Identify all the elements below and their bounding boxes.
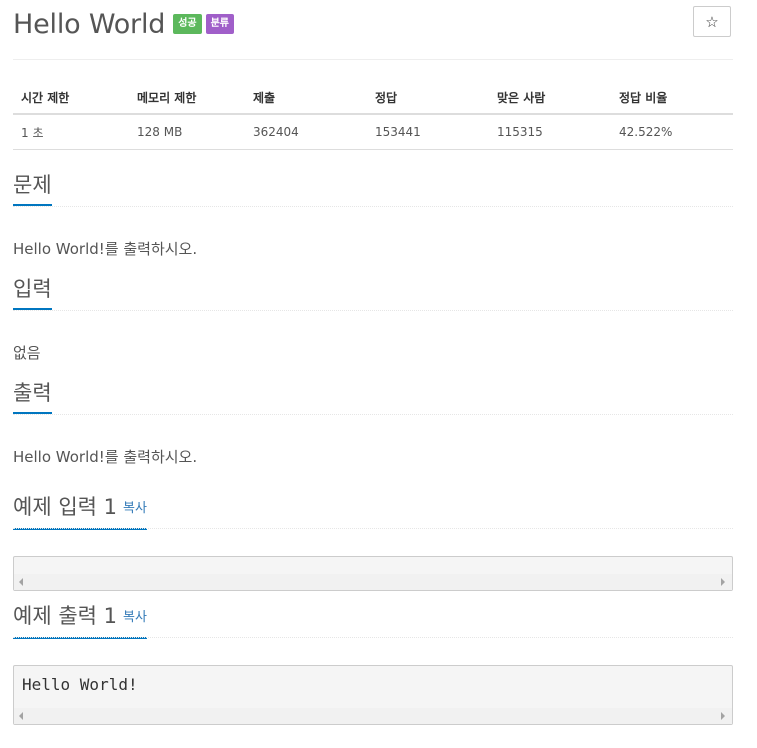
accepted-value: 153441 xyxy=(367,114,489,150)
heading-divider xyxy=(13,528,733,529)
description-heading: 문제 xyxy=(13,172,733,208)
sample-input-title: 예제 입력 1 복사 xyxy=(13,494,147,530)
header-accept-ratio: 정답 비율 xyxy=(611,81,733,115)
sample-output-box[interactable]: Hello World! xyxy=(13,665,733,725)
problem-info-table: 시간 제한 메모리 제한 제출 정답 맞은 사람 정답 비율 1 초 128 M… xyxy=(13,81,733,150)
title-divider xyxy=(13,59,733,60)
category-badge[interactable]: 분류 xyxy=(205,14,235,34)
output-title: 출력 xyxy=(13,380,52,414)
sample-input-title-text: 예제 입력 1 xyxy=(13,495,117,519)
sample-input-box[interactable] xyxy=(13,556,733,591)
header-accepted: 정답 xyxy=(367,81,489,115)
output-text: Hello World!를 출력하시오. xyxy=(13,448,198,466)
input-heading: 입력 xyxy=(13,276,733,312)
favorite-button[interactable]: ☆ xyxy=(693,6,731,37)
submissions-value: 362404 xyxy=(245,114,367,150)
copy-sample-input-link[interactable]: 복사 xyxy=(123,501,147,516)
description-section: 문제 xyxy=(13,172,733,208)
table-row: 1 초 128 MB 362404 153441 115315 42.522% xyxy=(13,114,733,150)
input-text: 없음 xyxy=(13,344,41,362)
problem-page: Hello World 성공 분류 ☆ 시간 제한 메모리 제한 제출 정답 맞… xyxy=(0,0,757,748)
scroll-right-icon[interactable] xyxy=(721,712,725,720)
sample-output-section: 예제 출력 1 복사 xyxy=(13,603,733,639)
accept-ratio-value: 42.522% xyxy=(611,114,733,150)
problem-title: Hello World xyxy=(13,8,166,40)
input-title: 입력 xyxy=(13,276,52,310)
input-section: 입력 xyxy=(13,276,733,312)
copy-sample-output-link[interactable]: 복사 xyxy=(123,610,147,625)
success-badge[interactable]: 성공 xyxy=(173,14,202,34)
time-limit-value: 1 초 xyxy=(13,114,129,150)
table-header-row: 시간 제한 메모리 제한 제출 정답 맞은 사람 정답 비율 xyxy=(13,81,733,115)
heading-divider xyxy=(13,637,733,638)
horizontal-scrollbar[interactable] xyxy=(14,574,732,590)
solved-users-value: 115315 xyxy=(489,114,611,150)
header-submissions: 제출 xyxy=(245,81,367,115)
output-heading: 출력 xyxy=(13,380,733,416)
sample-output-title-text: 예제 출력 1 xyxy=(13,604,117,628)
memory-limit-value: 128 MB xyxy=(129,114,245,150)
title-row: Hello World 성공 분류 xyxy=(13,4,235,44)
heading-divider xyxy=(13,414,733,415)
header-memory-limit: 메모리 제한 xyxy=(129,81,245,115)
header-solved-users: 맞은 사람 xyxy=(489,81,611,115)
sample-output-heading: 예제 출력 1 복사 xyxy=(13,603,733,639)
sample-input-heading: 예제 입력 1 복사 xyxy=(13,494,733,530)
header-time-limit: 시간 제한 xyxy=(13,81,129,115)
sample-output-content: Hello World! xyxy=(22,675,138,694)
star-icon: ☆ xyxy=(705,12,719,31)
horizontal-scrollbar[interactable] xyxy=(14,708,732,724)
sample-output-title: 예제 출력 1 복사 xyxy=(13,603,147,639)
scroll-left-icon[interactable] xyxy=(19,578,23,586)
heading-divider xyxy=(13,310,733,311)
description-title: 문제 xyxy=(13,172,52,206)
heading-divider xyxy=(13,206,733,207)
description-text: Hello World!를 출력하시오. xyxy=(13,240,198,258)
scroll-right-icon[interactable] xyxy=(721,578,725,586)
output-section: 출력 xyxy=(13,380,733,416)
scroll-left-icon[interactable] xyxy=(19,712,23,720)
sample-input-section: 예제 입력 1 복사 xyxy=(13,494,733,530)
